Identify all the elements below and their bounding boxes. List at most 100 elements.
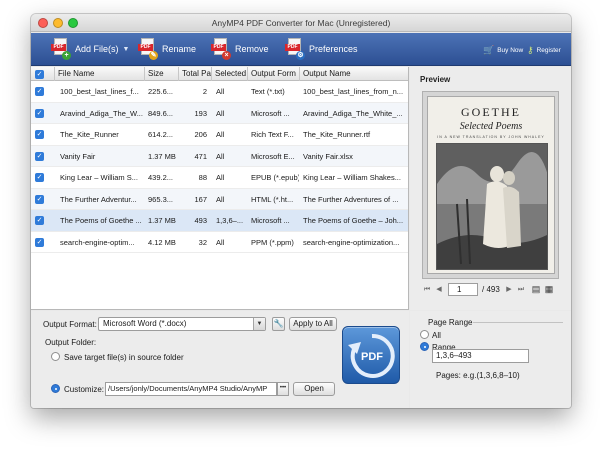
output-format[interactable]: Rich Text F... <box>251 124 299 146</box>
app-window: AnyMP4 PDF Converter for Mac (Unregister… <box>31 14 571 408</box>
column-total-pages[interactable]: Total Pa <box>179 67 212 81</box>
output-format[interactable]: Microsoft E... <box>251 146 299 168</box>
column-size[interactable]: Size <box>145 67 179 81</box>
column-selected[interactable]: Selected <box>212 67 248 81</box>
snapshot-icon[interactable]: ▦ <box>544 284 554 295</box>
table-row[interactable]: ✓ Aravind_Adiga_The_W... 849.6... 193 Al… <box>31 102 408 125</box>
key-icon: ⚷ <box>527 45 534 55</box>
settings-wrench-icon[interactable]: 🔧 <box>272 317 285 331</box>
title-bar: AnyMP4 PDF Converter for Mac (Unregister… <box>31 14 571 32</box>
table-row[interactable]: ✓ King Lear – William S... 439.2... 88 A… <box>31 167 408 189</box>
output-format[interactable]: Microsoft ... <box>251 210 299 232</box>
output-format-label: Output Format: <box>43 320 97 329</box>
row-checkbox[interactable]: ✓ <box>35 194 44 204</box>
table-header: ✓ File Name Size Total Pa Selected Outpu… <box>31 67 408 81</box>
row-checkbox[interactable]: ✓ <box>35 237 44 247</box>
next-page-icon[interactable]: ▶ <box>504 284 514 295</box>
selected-pages: All <box>216 237 225 247</box>
output-path-field[interactable]: /Users/jonly/Documents/AnyMP4 Studio/Any… <box>105 382 277 396</box>
row-checkbox[interactable]: ✓ <box>35 130 44 139</box>
table-row[interactable]: ✓ 100_best_last_lines_f... 225.6... 2 Al… <box>31 81 408 103</box>
row-checkbox[interactable]: ✓ <box>35 173 44 182</box>
table-row[interactable]: ✓ The Further Adventur... 965.3... 167 A… <box>31 188 408 211</box>
total-pages: 88 <box>198 173 207 182</box>
select-all-cell: ✓ <box>31 67 55 81</box>
range-all-radio[interactable] <box>420 330 429 339</box>
total-pages: 32 <box>198 237 207 247</box>
pdf-add-icon: PDF + <box>51 38 71 60</box>
row-checkbox[interactable]: ✓ <box>35 216 44 225</box>
save-in-source-label: Save target file(s) in source folder <box>64 353 184 362</box>
column-output-format[interactable]: Output Form <box>248 67 300 81</box>
preview-panel: Preview GOETHE Selected Poems IN A NEW T… <box>410 67 571 310</box>
first-page-icon[interactable]: ⏮ <box>422 284 432 295</box>
file-size: 1.37 MB <box>148 216 176 225</box>
browse-button[interactable]: ••• <box>277 382 289 396</box>
row-checkbox[interactable]: ✓ <box>35 108 44 118</box>
output-format-select[interactable]: Microsoft Word (*.docx) ▼ <box>98 317 266 331</box>
selected-pages: All <box>216 130 225 139</box>
output-format[interactable]: EPUB (*.epub) <box>251 167 299 189</box>
selected-pages: All <box>216 108 225 118</box>
document-icon[interactable]: ▤ <box>531 284 541 295</box>
register-button[interactable]: ⚷ Register <box>527 45 561 56</box>
output-name: The Poems of Goethe – Joh... <box>303 216 404 225</box>
customize-radio[interactable] <box>51 384 60 393</box>
file-name: The Poems of Goethe ... <box>60 216 142 225</box>
preview-page: GOETHE Selected Poems IN A NEW TRANSLATI… <box>427 96 555 274</box>
last-page-icon[interactable]: ⏭ <box>516 284 526 295</box>
table-row[interactable]: ✓ The_Kite_Runner 614.2... 206 All Rich … <box>31 124 408 146</box>
page-navigator: ⏮ ◀ 1 / 493 ▶ ⏭ ▤ ▦ <box>410 282 571 298</box>
row-checkbox[interactable]: ✓ <box>35 151 44 161</box>
column-output-name[interactable]: Output Name <box>300 67 408 81</box>
book-subtitle: Selected Poems <box>459 121 523 132</box>
total-pages: 193 <box>194 108 207 118</box>
page-total: / 493 <box>482 285 500 294</box>
output-format[interactable]: HTML (*.ht... <box>251 189 299 211</box>
range-all-label: All <box>432 331 441 340</box>
file-name: search-engine-optim... <box>60 237 135 247</box>
select-all-checkbox[interactable]: ✓ <box>35 70 44 79</box>
output-name: 100_best_last_lines_from_n... <box>303 87 404 96</box>
output-format[interactable]: Text (*.txt) <box>251 81 299 103</box>
preferences-button[interactable]: PDF ⚙ Preferences <box>285 37 358 61</box>
chevron-down-icon: ▼ <box>253 318 265 330</box>
book-title: GOETHE <box>461 105 521 119</box>
register-label: Register <box>536 47 561 54</box>
row-checkbox[interactable]: ✓ <box>35 87 44 96</box>
convert-button[interactable]: PDF <box>342 326 400 384</box>
table-row[interactable]: ✓ The Poems of Goethe ... 1.37 MB 493 1,… <box>31 210 408 232</box>
add-files-button[interactable]: PDF + Add File(s) ▼ <box>51 37 129 61</box>
open-folder-button[interactable]: Open <box>293 382 335 396</box>
remove-button[interactable]: PDF × Remove <box>211 37 269 61</box>
output-format[interactable]: Microsoft ... <box>251 103 299 125</box>
file-size: 1.37 MB <box>148 151 176 161</box>
remove-label: Remove <box>235 44 269 54</box>
file-size: 225.6... <box>148 87 174 96</box>
selected-pages: All <box>216 87 225 96</box>
pdf-preferences-icon: PDF ⚙ <box>285 38 305 60</box>
convert-pdf-label: PDF <box>361 351 383 363</box>
save-in-source-radio[interactable] <box>51 352 60 361</box>
apply-to-all-button[interactable]: Apply to All <box>289 317 337 331</box>
file-name: Vanity Fair <box>60 151 96 161</box>
buy-now-button[interactable]: 🛒 Buy Now <box>483 45 523 56</box>
output-format[interactable]: PPM (*.ppm) <box>251 232 299 254</box>
chevron-down-icon[interactable]: ▼ <box>123 46 130 53</box>
table-row[interactable]: ✓ Vanity Fair 1.37 MB 471 All Microsoft … <box>31 145 408 168</box>
window-title: AnyMP4 PDF Converter for Mac (Unregister… <box>211 18 391 28</box>
pdf-rename-icon: PDF ✎ <box>138 38 158 60</box>
rename-button[interactable]: PDF ✎ Rename <box>138 37 196 61</box>
page-number-input[interactable]: 1 <box>448 283 478 296</box>
total-pages: 471 <box>194 151 207 161</box>
add-files-label: Add File(s) <box>75 44 119 54</box>
file-name: The Further Adventur... <box>60 194 137 204</box>
output-name: King Lear – William Shakes... <box>303 173 401 182</box>
column-file-name[interactable]: File Name <box>55 67 145 81</box>
previous-page-icon[interactable]: ◀ <box>434 284 444 295</box>
file-size: 849.6... <box>148 108 174 118</box>
output-name: Aravind_Adiga_The_White_... <box>303 108 403 118</box>
page-range-input[interactable]: 1,3,6–493 <box>432 349 529 363</box>
table-row[interactable]: ✓ search-engine-optim... 4.12 MB 32 All … <box>31 232 408 254</box>
range-custom-radio[interactable] <box>420 342 429 351</box>
